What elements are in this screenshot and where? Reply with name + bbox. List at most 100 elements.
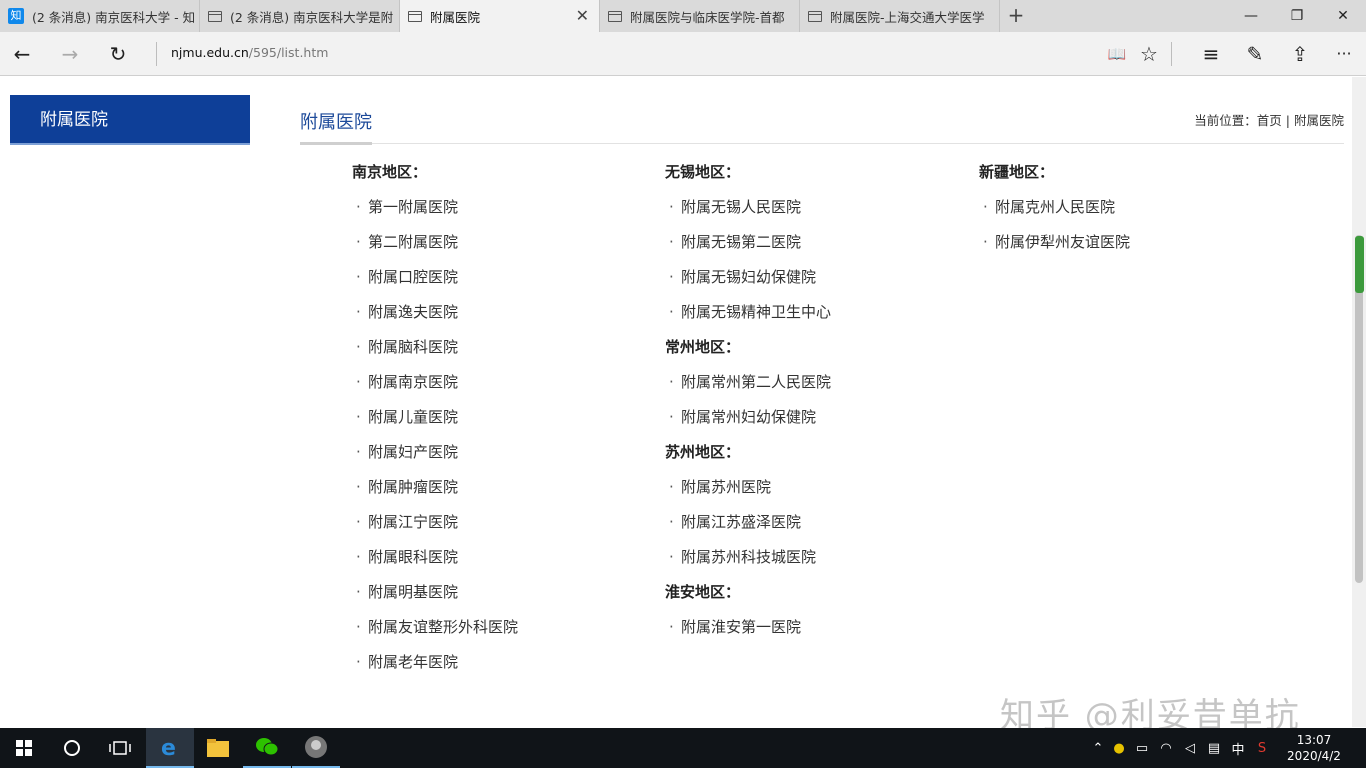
close-tab-icon[interactable]: ✕ [576,8,589,24]
tab-zhihu-1[interactable]: 知 (2 条消息) 南京医科大学 - 知 [0,0,200,32]
hospital-link[interactable]: · 附属无锡人民医院 [665,190,965,225]
hospital-link[interactable]: · 第一附属医院 [352,190,652,225]
tab-title: 附属医院-上海交通大学医学 [830,9,985,25]
hospital-link[interactable]: · 附属肿瘤医院 [352,470,652,505]
tab-sjtu-medical[interactable]: 附属医院-上海交通大学医学 [800,0,1000,32]
bullet: · [356,583,361,601]
tab-capital-medical[interactable]: 附属医院与临床医学院-首都 [600,0,800,32]
hospital-link[interactable]: · 附属逸夫医院 [352,295,652,330]
bullet: · [669,303,674,321]
bullet: · [669,233,674,251]
hospital-link[interactable]: · 附属常州第二人民医院 [665,365,965,400]
url-path: /595/list.htm [248,45,329,60]
notification-icon[interactable]: ▤ [1202,741,1226,756]
hospital-link[interactable]: · 附属常州妇幼保健院 [665,400,965,435]
avatar-app[interactable] [292,728,340,768]
hospital-link[interactable]: · 附属老年医院 [352,645,652,680]
search-button[interactable] [48,728,96,768]
hospital-link[interactable]: · 附属妇产医院 [352,435,652,470]
vertical-scrollbar[interactable] [1352,77,1366,727]
hub-icon[interactable]: ≡ [1197,40,1225,68]
wifi-icon[interactable]: ◠ [1154,741,1178,756]
file-explorer-app[interactable] [194,728,242,768]
hospital-link[interactable]: · 附属江宁医院 [352,505,652,540]
bullet: · [356,618,361,636]
breadcrumb-current: 附属医院 [1293,113,1344,128]
hospital-name: 附属脑科医院 [368,338,459,356]
hospital-link[interactable]: · 附属淮安第一医院 [665,610,965,645]
close-window-button[interactable]: ✕ [1320,0,1366,32]
bullet: · [356,548,361,566]
volume-icon[interactable]: ◁ [1178,741,1202,756]
hospital-column-3: 新疆地区： · 附属克州人民医院 · 附属伊犁州友谊医院 [979,155,1279,260]
new-tab-button[interactable]: + [1000,0,1032,32]
wechat-icon [256,738,279,756]
hospital-link[interactable]: · 附属苏州医院 [665,470,965,505]
forward-button[interactable]: → [56,40,84,68]
sogou-ime-icon[interactable]: S [1250,741,1274,756]
tab-zhihu-2[interactable]: (2 条消息) 南京医科大学是附 [200,0,400,32]
tray-app-icon[interactable]: ● [1108,741,1130,756]
sidebar-section-title[interactable]: 附属医院 [10,95,250,145]
system-tray: ⌃ ● ▭ ◠ ◁ ▤ 中 S [1088,728,1274,768]
start-button[interactable] [0,728,48,768]
hospital-link[interactable]: · 附属儿童医院 [352,400,652,435]
hospital-name: 附属无锡妇幼保健院 [681,268,817,286]
hospital-link[interactable]: · 附属明基医院 [352,575,652,610]
restore-button[interactable]: ❐ [1274,0,1320,32]
breadcrumb-home-link[interactable]: 首页 [1257,113,1282,128]
chevron-up-icon[interactable]: ⌃ [1088,741,1108,756]
hospital-name: 附属无锡人民医院 [681,198,802,216]
hospital-link[interactable]: · 附属口腔医院 [352,260,652,295]
clock[interactable]: 13:07 2020/4/2 [1284,732,1344,764]
hospital-link[interactable]: · 附属友谊整形外科医院 [352,610,652,645]
hospital-link[interactable]: · 附属眼科医院 [352,540,652,575]
url-host: njmu.edu.cn [171,45,249,60]
hospital-link[interactable]: · 附属脑科医院 [352,330,652,365]
region-heading: 南京地区： [352,163,428,181]
bullet: · [983,198,988,216]
hospital-link[interactable]: · 附属无锡精神卫生中心 [665,295,965,330]
hospital-name: 附属江宁医院 [368,513,459,531]
title-underline [300,142,372,145]
refresh-button[interactable]: ↻ [104,40,132,68]
minimize-button[interactable]: — [1228,0,1274,32]
battery-icon[interactable]: ▭ [1130,741,1154,756]
tab-affiliated-hospitals[interactable]: 附属医院 ✕ [400,0,600,32]
hospital-link[interactable]: · 附属江苏盛泽医院 [665,505,965,540]
task-view-button[interactable] [96,728,144,768]
page-icon [608,10,622,22]
hospital-name: 附属苏州医院 [681,478,772,496]
hospital-name: 附属肿瘤医院 [368,478,459,496]
share-icon[interactable]: ⇪ [1286,40,1314,68]
back-button[interactable]: ← [8,40,36,68]
favorite-star-icon[interactable]: ☆ [1135,40,1163,68]
bullet: · [356,653,361,671]
hospital-name: 附属苏州科技城医院 [681,548,817,566]
hospital-link[interactable]: · 附属苏州科技城医院 [665,540,965,575]
scrollbar-grip[interactable] [1355,236,1364,293]
reading-view-icon[interactable]: 📖 [1103,40,1131,68]
address-bar[interactable]: njmu.edu.cn/595/list.htm [171,45,328,60]
hospital-name: 附属口腔医院 [368,268,459,286]
hospital-link[interactable]: · 附属南京医院 [352,365,652,400]
edge-icon: e [161,736,176,758]
notes-icon[interactable]: ✎ [1241,40,1269,68]
bullet: · [356,198,361,216]
bullet: · [356,443,361,461]
avatar-icon [305,736,327,758]
more-icon[interactable]: ··· [1330,40,1358,68]
hospital-name: 附属儿童医院 [368,408,459,426]
hospital-name: 第一附属医院 [368,198,459,216]
tab-strip: 知 (2 条消息) 南京医科大学 - 知 (2 条消息) 南京医科大学是附 附属… [0,0,1366,32]
hospital-link[interactable]: · 第二附属医院 [352,225,652,260]
hospital-link[interactable]: · 附属克州人民医院 [979,190,1279,225]
bullet: · [356,478,361,496]
ime-indicator[interactable]: 中 [1226,739,1250,758]
hospital-link[interactable]: · 附属无锡妇幼保健院 [665,260,965,295]
wechat-app[interactable] [243,728,291,768]
edge-app[interactable]: e [146,728,194,768]
hospital-link[interactable]: · 附属无锡第二医院 [665,225,965,260]
hospital-link[interactable]: · 附属伊犁州友谊医院 [979,225,1279,260]
bullet: · [669,373,674,391]
